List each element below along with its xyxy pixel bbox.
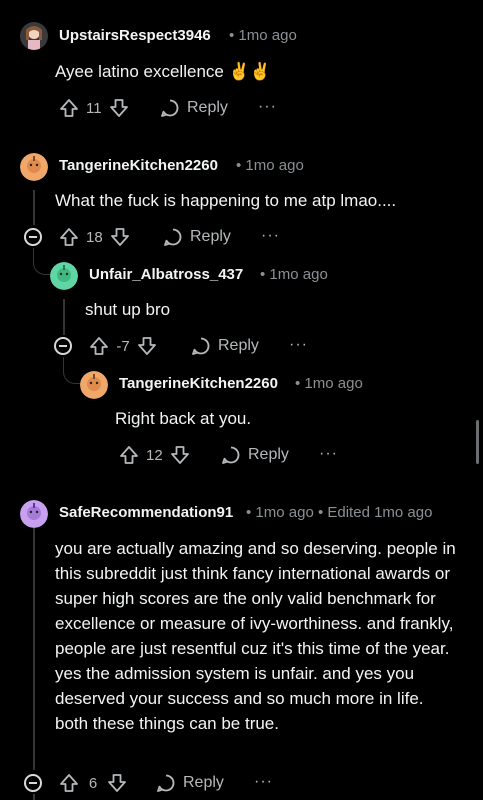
comment-body: shut up bro (85, 300, 171, 319)
upvote-icon[interactable] (58, 226, 80, 248)
reply-label: Reply (190, 228, 231, 245)
username[interactable]: TangerineKitchen2260 (59, 157, 218, 174)
comment-body: What the fuck is happening to me atp lma… (55, 191, 397, 210)
downvote-icon[interactable] (169, 444, 191, 466)
thread-line (33, 528, 35, 770)
reply-icon (159, 97, 181, 119)
thread-branch (63, 357, 80, 384)
reply-label: Reply (183, 774, 224, 791)
vote-count: -7 (116, 337, 130, 355)
reply-icon (190, 335, 212, 357)
scrollbar[interactable] (476, 420, 479, 464)
vote-count: 12 (146, 446, 163, 464)
downvote-icon[interactable] (106, 772, 128, 794)
timestamp: • 1mo ago (236, 157, 304, 174)
more-options-button[interactable]: ··· (258, 98, 277, 116)
comment-body: Ayee latino excellence ✌️✌️ (55, 62, 271, 81)
username[interactable]: SafeRecommendation91 (59, 504, 233, 521)
vote-count: 18 (86, 228, 103, 246)
vote-controls: 11 (58, 96, 130, 120)
collapse-thread-button[interactable] (24, 774, 42, 792)
username[interactable]: Unfair_Albatross_437 (89, 266, 243, 283)
reply-button[interactable]: Reply (155, 772, 224, 794)
timestamp: • 1mo ago (260, 266, 328, 283)
avatar[interactable] (80, 371, 108, 399)
reply-label: Reply (218, 337, 259, 354)
vote-count: 6 (88, 774, 98, 792)
timestamp: • 1mo ago (229, 27, 297, 44)
reply-button[interactable]: Reply (159, 97, 228, 119)
more-options-button[interactable]: ··· (319, 445, 338, 463)
vote-controls: 12 (118, 443, 191, 467)
reply-icon (220, 444, 242, 466)
username[interactable]: UpstairsRespect3946 (59, 27, 211, 44)
avatar[interactable] (50, 262, 78, 290)
thread-line (33, 794, 35, 800)
reply-button[interactable]: Reply (220, 444, 289, 466)
more-options-button[interactable]: ··· (254, 773, 273, 791)
more-options-button[interactable]: ··· (289, 336, 308, 354)
vote-controls: 6 (58, 771, 128, 795)
downvote-icon[interactable] (136, 335, 158, 357)
reply-icon (162, 226, 184, 248)
reply-label: Reply (248, 446, 289, 463)
upvote-icon[interactable] (88, 335, 110, 357)
reply-icon (155, 772, 177, 794)
comment-body: you are actually amazing and so deservin… (55, 539, 456, 733)
downvote-icon[interactable] (109, 226, 131, 248)
avatar[interactable] (20, 22, 48, 50)
avatar[interactable] (20, 500, 48, 528)
thread-branch (33, 248, 50, 275)
vote-controls: -7 (88, 334, 158, 358)
upvote-icon[interactable] (58, 97, 80, 119)
upvote-icon[interactable] (118, 444, 140, 466)
avatar[interactable] (20, 153, 48, 181)
upvote-icon[interactable] (58, 772, 80, 794)
downvote-icon[interactable] (108, 97, 130, 119)
reply-button[interactable]: Reply (162, 226, 231, 248)
vote-controls: 18 (58, 225, 131, 249)
collapse-thread-button[interactable] (54, 337, 72, 355)
collapse-thread-button[interactable] (24, 228, 42, 246)
reply-button[interactable]: Reply (190, 335, 259, 357)
comment-body: Right back at you. (115, 409, 252, 428)
reply-label: Reply (187, 99, 228, 116)
more-options-button[interactable]: ··· (261, 227, 280, 245)
username[interactable]: TangerineKitchen2260 (119, 375, 278, 392)
timestamp: • 1mo ago • Edited 1mo ago (246, 504, 433, 521)
thread-line (33, 190, 35, 225)
timestamp: • 1mo ago (295, 375, 363, 392)
vote-count: 11 (86, 99, 102, 117)
thread-line (63, 299, 65, 335)
